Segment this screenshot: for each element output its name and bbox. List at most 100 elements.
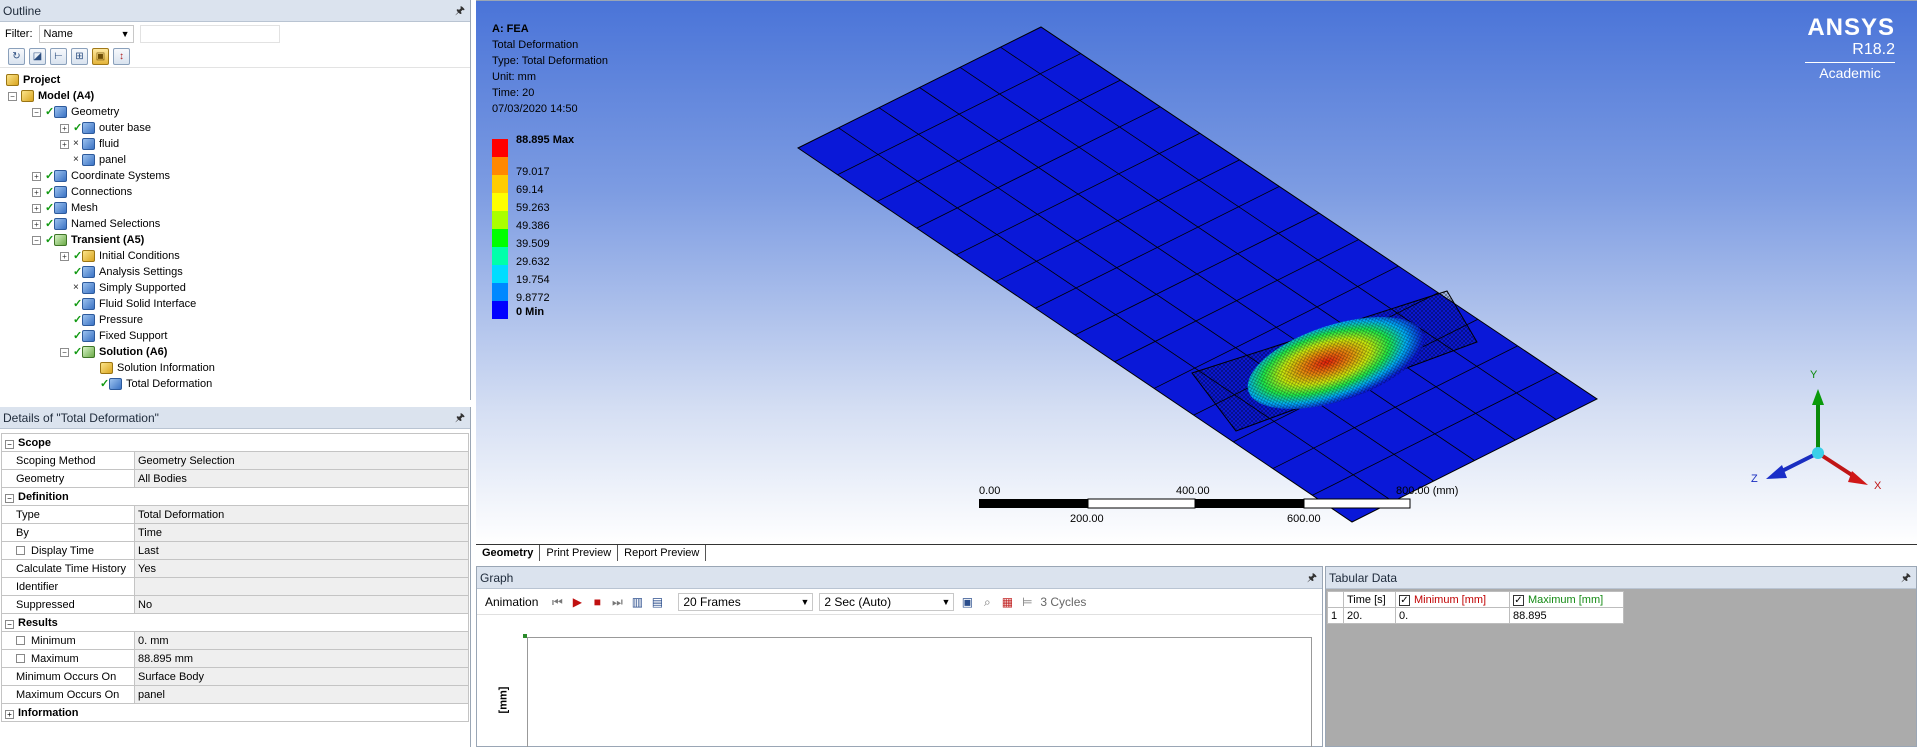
tree-item[interactable]: + ✓ Mesh bbox=[32, 200, 98, 216]
details-group[interactable]: + Information bbox=[1, 703, 469, 722]
tree-item[interactable]: ✓ Total Deformation bbox=[100, 376, 212, 392]
collapse-icon[interactable]: − bbox=[32, 235, 41, 245]
pin-icon[interactable]: 🖈 bbox=[1307, 567, 1317, 589]
collapse-icon[interactable]: − bbox=[5, 619, 14, 629]
distributed-frames-icon[interactable]: ▥ bbox=[630, 595, 644, 609]
details-value[interactable]: All Bodies bbox=[134, 469, 469, 488]
tree-item[interactable]: × Simply Supported bbox=[73, 280, 186, 296]
tree-item[interactable]: + ✓ Connections bbox=[32, 184, 132, 200]
tree-item[interactable]: + ✓ Named Selections bbox=[32, 216, 160, 232]
tree-item[interactable]: − Model (A4) bbox=[8, 88, 94, 104]
details-group-row[interactable]: − Scope bbox=[1, 433, 469, 452]
pin-icon[interactable]: 🖈 bbox=[1901, 567, 1911, 589]
collapse-icon[interactable]: − bbox=[32, 107, 41, 117]
expand-icon[interactable]: + bbox=[32, 171, 41, 181]
last-frame-icon[interactable]: ⏭ bbox=[610, 595, 624, 609]
duration-select[interactable]: 2 Sec (Auto) ▼ bbox=[819, 592, 955, 611]
tree-item[interactable]: ✓ Fluid Solid Interface bbox=[73, 296, 196, 312]
details-value[interactable]: Last bbox=[134, 541, 469, 560]
tree-item[interactable]: + ✓ outer base bbox=[60, 120, 151, 136]
details-group-row[interactable]: + Information bbox=[1, 703, 469, 722]
stop-icon[interactable]: ■ bbox=[590, 595, 604, 609]
filter-type-select[interactable]: Name ▼ bbox=[38, 25, 134, 43]
expand-icon[interactable]: + bbox=[60, 139, 69, 149]
expand-icon[interactable]: + bbox=[32, 187, 41, 197]
tree-item[interactable]: − ✓ Transient (A5) bbox=[32, 232, 144, 248]
checkbox-checked-icon[interactable]: ✓ bbox=[1513, 594, 1524, 606]
maximum-header[interactable]: ✓ Maximum [mm] bbox=[1509, 591, 1624, 608]
details-row[interactable]: Suppressed No bbox=[1, 595, 469, 614]
collapse-icon[interactable]: − bbox=[8, 91, 17, 101]
details-value[interactable]: Surface Body bbox=[134, 667, 469, 686]
first-frame-icon[interactable]: ⏮ bbox=[550, 595, 564, 609]
pin-icon[interactable]: 🖈 bbox=[455, 407, 465, 429]
cycles-icon[interactable]: ⊨ bbox=[1020, 595, 1034, 609]
details-row[interactable]: Maximum 88.895 mm bbox=[1, 649, 469, 668]
parameter-checkbox[interactable] bbox=[16, 635, 25, 645]
details-row[interactable]: Minimum Occurs On Surface Body bbox=[1, 667, 469, 686]
tree-item[interactable]: Project bbox=[6, 72, 60, 88]
filter-search-input[interactable] bbox=[139, 25, 280, 43]
details-row[interactable]: Identifier bbox=[1, 577, 469, 596]
tree-item[interactable]: ✓ Fixed Support bbox=[73, 328, 167, 344]
details-row[interactable]: Calculate Time History Yes bbox=[1, 559, 469, 578]
tree-item[interactable]: ✓ Pressure bbox=[73, 312, 143, 328]
parameter-checkbox[interactable] bbox=[16, 653, 25, 663]
details-row[interactable]: Type Total Deformation bbox=[1, 505, 469, 524]
details-row[interactable]: Minimum 0. mm bbox=[1, 631, 469, 650]
refresh-icon[interactable]: ↻ bbox=[8, 48, 25, 65]
collapse-icon[interactable]: − bbox=[5, 439, 14, 449]
details-value[interactable]: 0. mm bbox=[134, 631, 469, 650]
tree-item[interactable]: Solution Information bbox=[100, 360, 215, 376]
details-row[interactable]: By Time bbox=[1, 523, 469, 542]
tab-print-preview[interactable]: Print Preview bbox=[540, 545, 619, 561]
details-group[interactable]: − Results bbox=[1, 613, 469, 632]
collapse-icon[interactable]: − bbox=[60, 347, 69, 357]
expand-icon[interactable]: + bbox=[32, 203, 41, 213]
play-icon[interactable]: ▶ bbox=[570, 595, 584, 609]
tree-item[interactable]: − ✓ Solution (A6) bbox=[60, 344, 167, 360]
tree-item[interactable]: × panel bbox=[73, 152, 126, 168]
details-value[interactable]: Time bbox=[134, 523, 469, 542]
tree-structure-icon[interactable]: ⊢ bbox=[50, 48, 67, 65]
details-row[interactable]: Scoping Method Geometry Selection bbox=[1, 451, 469, 470]
details-group-row[interactable]: − Results bbox=[1, 613, 469, 632]
details-value[interactable]: 88.895 mm bbox=[134, 649, 469, 668]
sort-icon[interactable]: ↕ bbox=[113, 48, 130, 65]
details-value[interactable]: Yes bbox=[134, 559, 469, 578]
details-group[interactable]: − Scope bbox=[1, 433, 469, 452]
tab-report-preview[interactable]: Report Preview bbox=[618, 545, 707, 561]
collapse-icon[interactable]: − bbox=[5, 493, 14, 503]
minimum-header[interactable]: ✓ Minimum [mm] bbox=[1395, 591, 1510, 608]
details-row[interactable]: Maximum Occurs On panel bbox=[1, 685, 469, 704]
details-value[interactable]: No bbox=[134, 595, 469, 614]
details-value[interactable]: Geometry Selection bbox=[134, 451, 469, 470]
result-sets-icon[interactable]: ▤ bbox=[650, 595, 664, 609]
frames-select[interactable]: 20 Frames ▼ bbox=[678, 592, 814, 611]
details-row[interactable]: Display Time Last bbox=[1, 541, 469, 560]
tree-item[interactable]: + × fluid bbox=[60, 136, 119, 152]
expand-icon[interactable]: + bbox=[5, 709, 14, 719]
tab-geometry[interactable]: Geometry bbox=[476, 545, 541, 561]
pin-icon[interactable]: 🖈 bbox=[455, 0, 465, 22]
details-group[interactable]: − Definition bbox=[1, 487, 469, 506]
tree-item[interactable]: + ✓ Initial Conditions bbox=[60, 248, 180, 264]
expand-icon[interactable]: + bbox=[60, 251, 69, 261]
details-value[interactable] bbox=[134, 577, 469, 596]
tree-item[interactable]: + ✓ Coordinate Systems bbox=[32, 168, 170, 184]
parameter-checkbox[interactable] bbox=[16, 545, 25, 555]
folder-icon[interactable]: ▣ bbox=[92, 48, 109, 65]
export-video-icon[interactable]: ▣ bbox=[960, 595, 974, 609]
tree-item[interactable]: − ✓ Geometry bbox=[32, 104, 119, 120]
expand-icon[interactable]: + bbox=[60, 123, 69, 133]
table-row[interactable]: 1 20. 0. 88.895 bbox=[1327, 607, 1624, 624]
expand-icon[interactable]: + bbox=[32, 219, 41, 229]
details-value[interactable]: panel bbox=[134, 685, 469, 704]
details-value[interactable]: Total Deformation bbox=[134, 505, 469, 524]
expand-all-icon[interactable]: ⊞ bbox=[71, 48, 88, 65]
graphics-viewport[interactable]: A: FEA Total Deformation Type: Total Def… bbox=[476, 0, 1917, 544]
zoom-icon[interactable]: ⌕ bbox=[980, 595, 994, 609]
details-row[interactable]: Geometry All Bodies bbox=[1, 469, 469, 488]
checkbox-checked-icon[interactable]: ✓ bbox=[1399, 594, 1410, 606]
geometry-filter-icon[interactable]: ◪ bbox=[29, 48, 46, 65]
